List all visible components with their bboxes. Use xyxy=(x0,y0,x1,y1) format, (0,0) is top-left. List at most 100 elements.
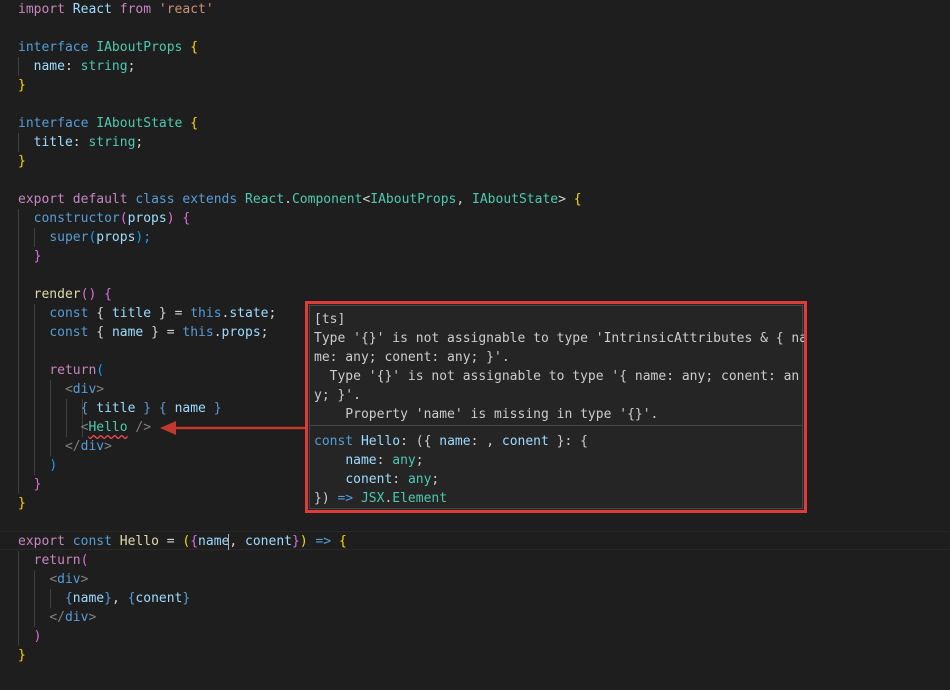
type-token: React xyxy=(245,192,285,207)
function-token: Hello xyxy=(119,534,159,549)
hover-signature-line: }) => JSX.Element xyxy=(314,489,447,508)
type-token: any xyxy=(407,472,432,487)
keyword-token: return xyxy=(33,553,81,568)
bracket-token: ( xyxy=(96,363,105,378)
jsx-brace: } xyxy=(104,591,112,606)
code-line-23: <Hello /> xyxy=(18,418,151,437)
tag-name: div xyxy=(64,610,89,625)
bracket-token: ) xyxy=(33,629,42,644)
hover-error-line: me: any; conent: any; }'. xyxy=(314,350,510,365)
code-line-33: </div> xyxy=(18,608,96,627)
tag-bracket: </ xyxy=(49,610,65,625)
tag-name: div xyxy=(72,382,97,397)
code-line-17: const { title } = this.state; xyxy=(18,304,276,323)
identifier-token: name xyxy=(72,591,105,606)
code-line-31: <div> xyxy=(18,570,88,589)
punct-token: : ({ xyxy=(400,434,440,449)
function-token: render xyxy=(33,287,81,302)
keyword-token: extends xyxy=(182,192,238,207)
bracket-token: { xyxy=(190,40,199,55)
identifier-token: conent xyxy=(135,591,183,606)
jsx-brace: } xyxy=(213,401,222,416)
code-line-20: return( xyxy=(18,361,104,380)
property-token: name xyxy=(33,59,65,74)
hello-component-tag-error[interactable]: Hello xyxy=(88,420,127,435)
bracket-token: } xyxy=(18,78,26,93)
code-line-35: } xyxy=(18,646,26,665)
keyword-token: export xyxy=(18,534,65,549)
punct-token: : xyxy=(72,135,81,150)
code-line-8: title: string; xyxy=(18,133,144,152)
type-token: IAboutProps xyxy=(96,40,183,55)
tag-bracket: > xyxy=(80,572,89,587)
keyword-token: class xyxy=(135,192,175,207)
bracket-token: } xyxy=(18,496,26,511)
code-line-1: import React from 'react' xyxy=(18,0,214,19)
keyword-token: const xyxy=(72,534,112,549)
punct-token: } xyxy=(158,306,167,321)
bracket-token: () xyxy=(80,287,97,302)
keyword-token: default xyxy=(72,192,128,207)
keyword-token: super xyxy=(49,230,89,245)
punct-token: ; xyxy=(260,325,269,340)
type-token: IAboutState xyxy=(472,192,559,207)
tag-name: div xyxy=(57,572,81,587)
hover-error-line: Property 'name' is missing in type '{}'. xyxy=(314,407,659,422)
type-token: string xyxy=(88,135,136,150)
string-token: 'react' xyxy=(158,2,214,17)
jsx-brace: { xyxy=(80,401,89,416)
punct-token: }: { xyxy=(548,434,588,449)
punct-token xyxy=(353,491,361,506)
keyword-token: this xyxy=(182,325,214,340)
keyword-token: export xyxy=(18,192,65,207)
param-token: props xyxy=(127,211,167,226)
code-line-4: name: string; xyxy=(18,57,136,76)
code-line-9: } xyxy=(18,152,26,171)
keyword-token: constructor xyxy=(33,211,120,226)
arrow-token: => xyxy=(315,534,332,549)
punct-token: } xyxy=(151,325,159,340)
code-editor[interactable]: import React from 'react' interface IAbo… xyxy=(0,0,950,690)
keyword-token: const xyxy=(49,325,89,340)
hover-content: [ts] Type '{}' is not assignable to type… xyxy=(309,305,804,509)
bracket-token: ( xyxy=(119,211,128,226)
hover-tooltip[interactable]: [ts] Type '{}' is not assignable to type… xyxy=(305,301,807,513)
bracket-token: ) xyxy=(166,211,175,226)
tag-bracket: > xyxy=(88,610,97,625)
bracket-token: } xyxy=(33,249,42,264)
tag-bracket: > xyxy=(96,382,105,397)
identifier-token: Hello xyxy=(360,434,401,449)
punct-token: = xyxy=(174,306,183,321)
punct-token: ; xyxy=(127,59,136,74)
type-token: any xyxy=(392,453,416,468)
punct-token: : xyxy=(392,472,408,487)
punct-token: , xyxy=(456,192,465,207)
code-line-13: super(props); xyxy=(18,228,151,247)
code-line-14: } xyxy=(18,247,42,266)
punct-token: { xyxy=(96,306,105,321)
code-line-30: return( xyxy=(18,551,89,570)
punct-token: ; xyxy=(431,472,440,487)
tag-bracket: < xyxy=(64,382,73,397)
punct-token: . xyxy=(213,325,222,340)
bracket-token: { xyxy=(104,287,112,302)
code-line-27: } xyxy=(18,494,26,513)
keyword-token: import xyxy=(18,2,65,17)
bracket-token: ) xyxy=(299,534,308,549)
punct-token: , xyxy=(229,534,238,549)
punct-token: ; xyxy=(135,135,144,150)
code-line-12: constructor(props) { xyxy=(18,209,191,228)
tag-bracket: </ xyxy=(64,439,81,454)
code-line-11: export default class extends React.Compo… xyxy=(18,190,582,209)
punct-token: ; xyxy=(268,306,277,321)
param-token: name xyxy=(439,434,471,449)
code-line-7: interface IAboutState { xyxy=(18,114,198,133)
bracket-token: } xyxy=(18,648,26,663)
punct-token: > xyxy=(558,192,566,207)
punct-token: = xyxy=(166,325,175,340)
punct-token: : xyxy=(376,453,393,468)
bracket-token: { xyxy=(190,534,199,549)
punct-token: : , xyxy=(470,434,502,449)
